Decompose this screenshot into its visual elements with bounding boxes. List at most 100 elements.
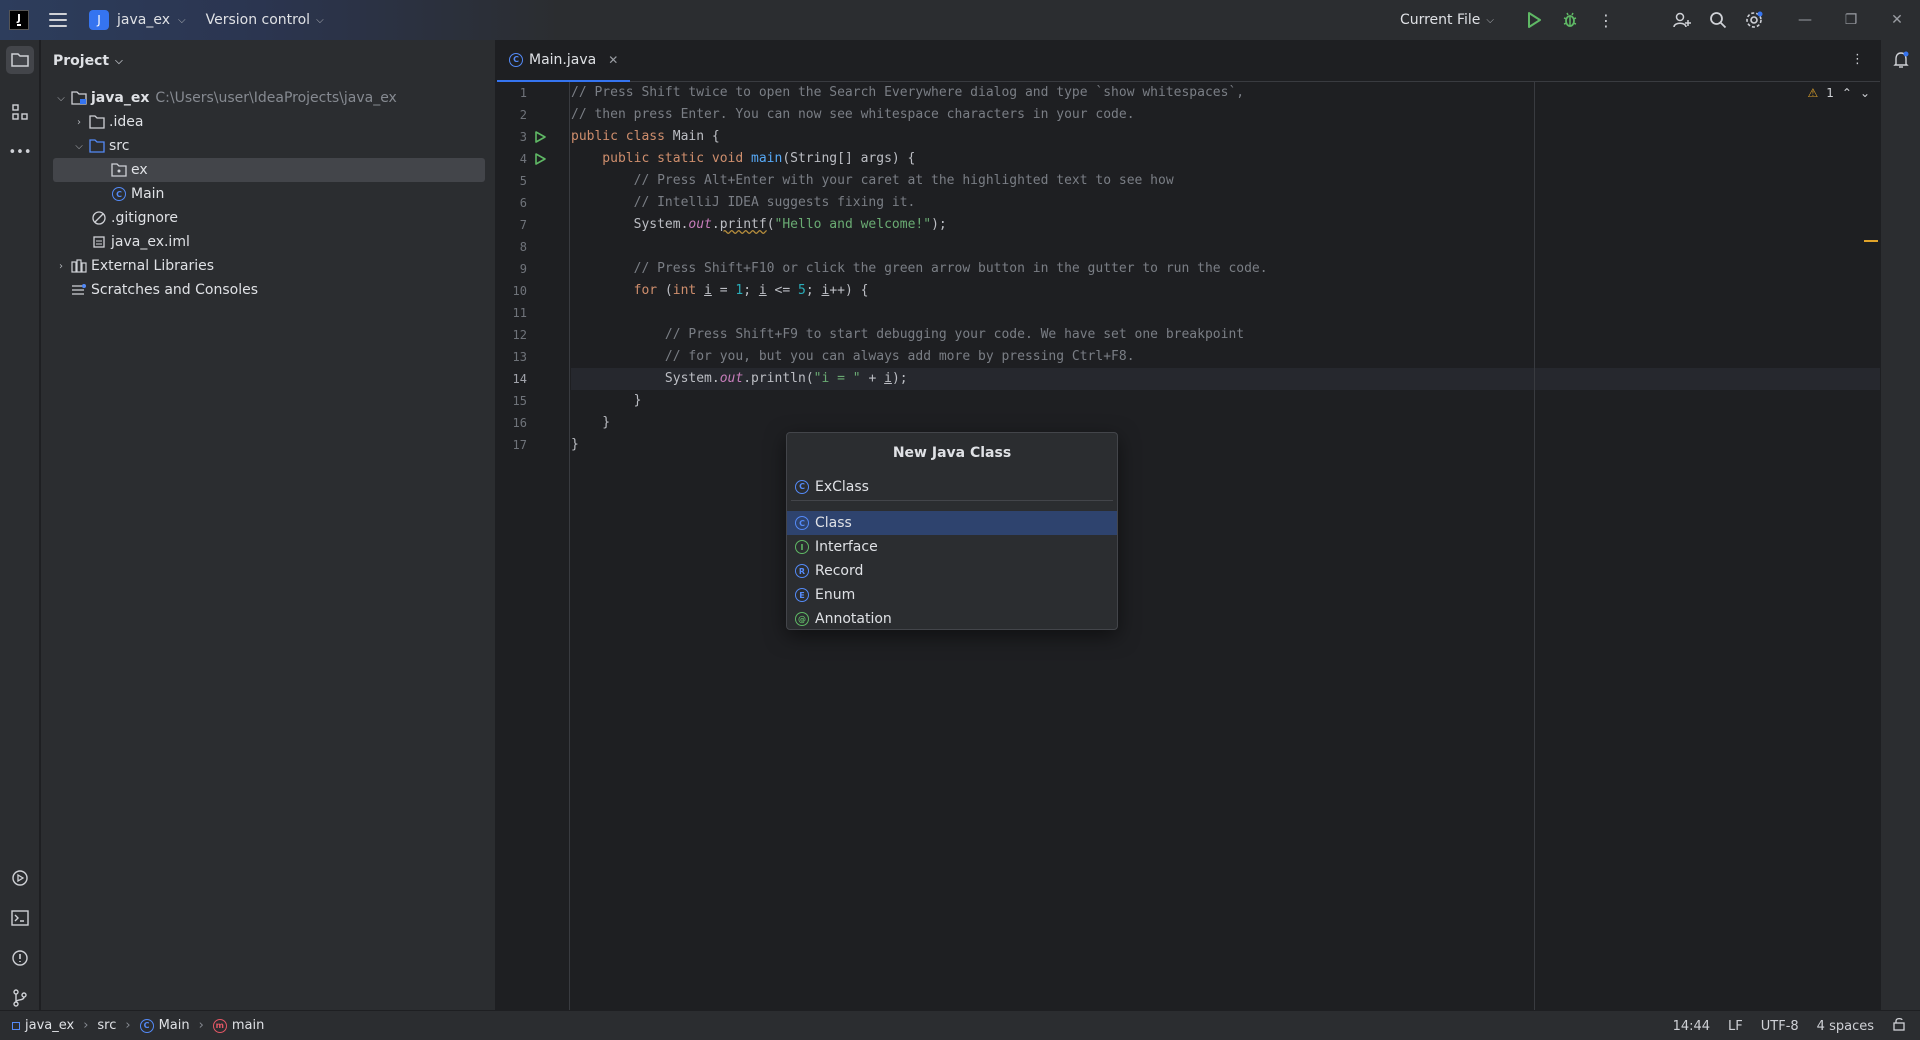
file-encoding[interactable]: UTF-8 [1761,1019,1799,1034]
code-line: // Press Shift twice to open the Search … [571,82,1244,104]
breadcrumb-item[interactable]: main [232,1018,264,1033]
chevron-down-icon: ⌵ [115,55,123,67]
tree-item-iml[interactable]: java_ex.iml [53,230,485,254]
code-comment: // Press Shift+F10 or click the green ar… [571,261,1268,276]
chevron-down-icon[interactable]: ⌵ [71,141,87,152]
project-name: java_ex [117,12,170,28]
code-string: "i = " [813,371,861,386]
run-icon[interactable] [1516,0,1552,40]
module-folder-icon [71,90,87,106]
project-path: C:\Users\user\IdeaProjects\java_ex [155,90,397,106]
tree-item-ex[interactable]: ex [53,158,485,182]
breadcrumb-item[interactable]: java_ex [25,1018,74,1033]
close-tab-icon[interactable]: ✕ [608,53,618,67]
run-main-gutter-icon[interactable] [534,148,548,170]
debug-icon[interactable] [1552,0,1588,40]
code-text: ; [743,283,759,298]
tab-options-icon[interactable]: ⋮ [1851,52,1864,67]
line-number: 17 [512,438,527,452]
add-user-icon[interactable] [1664,0,1700,40]
project-badge: J [89,10,109,30]
tree-item-label: .gitignore [111,210,178,226]
indent-setting[interactable]: 4 spaces [1817,1019,1874,1034]
tab-main-java[interactable]: C Main.java ✕ [497,40,631,82]
services-run-icon[interactable] [6,864,34,892]
code-line: // Press Alt+Enter with your caret at th… [571,170,1174,192]
more-actions-icon[interactable]: ⋮ [1588,0,1624,40]
breadcrumb-item[interactable]: Main [159,1018,190,1033]
breadcrumb: java_ex › src › C Main › m main [0,1018,264,1033]
record-icon: R [795,564,809,578]
chevron-right-icon[interactable]: › [71,117,87,128]
chevron-right-icon: › [83,1018,89,1033]
code-variable: i [884,371,892,386]
kind-option-enum[interactable]: E Enum [787,583,1117,607]
code-warning-highlight[interactable]: printf [720,217,767,232]
tree-item-scratches[interactable]: Scratches and Consoles [53,278,485,302]
kind-option-annotation[interactable]: @ Annotation [787,607,1117,631]
line-number: 3 [519,130,527,144]
tree-item-gitignore[interactable]: .gitignore [53,206,485,230]
kind-option-interface[interactable]: I Interface [787,535,1117,559]
intellij-logo-icon[interactable]: J [9,10,29,30]
kind-option-class[interactable]: C Class [787,511,1117,535]
line-number: 2 [519,108,527,122]
run-class-gutter-icon[interactable] [534,126,548,148]
code-keyword: for [571,283,665,298]
chevron-right-icon[interactable]: › [53,261,69,272]
terminal-icon[interactable] [6,904,34,932]
editor-gutter: 1 2 3 4 5 6 7 8 9 10 11 12 13 14 15 16 1… [497,82,570,1010]
previous-highlight-icon[interactable]: ⌃ [1842,86,1852,100]
project-switcher[interactable]: J java_ex ⌵ [89,10,186,30]
class-name-input[interactable]: C ExClass [791,473,1113,501]
restore-window-icon[interactable]: ❐ [1828,0,1874,40]
class-icon: C [795,516,809,530]
close-window-icon[interactable]: ✕ [1874,0,1920,40]
code-area[interactable]: // Press Shift twice to open the Search … [571,82,1880,1010]
line-separator[interactable]: LF [1728,1019,1743,1034]
project-tool-window: Project ⌵ ⌵ java_ex C:\Users\user\IdeaPr… [41,40,496,1010]
tree-item-main[interactable]: C Main [53,182,485,206]
unlock-icon[interactable] [1892,1017,1906,1035]
minimize-window-icon[interactable]: — [1782,0,1828,40]
project-panel-header[interactable]: Project ⌵ [41,40,495,82]
inspection-widget[interactable]: ⚠ 1 ⌃ ⌄ [1807,86,1870,100]
tree-item-src[interactable]: ⌵ src [53,134,485,158]
vcs-menu[interactable]: Version control ⌵ [206,12,324,28]
settings-gear-icon[interactable] [1736,0,1772,40]
scrollbar-warning-marker[interactable] [1864,240,1878,242]
code-line: for (int i = 1; i <= 5; i++) { [571,280,869,302]
code-line: // for you, but you can always add more … [571,346,1135,368]
caret-position[interactable]: 14:44 [1673,1019,1710,1034]
code-text: } [571,393,642,408]
class-name-value: ExClass [815,478,869,495]
notifications-bell-icon[interactable] [1887,46,1915,74]
tree-item-label: java_ex [91,90,150,106]
line-number: 14 [512,372,527,386]
new-java-class-dialog: New Java Class C ExClass C Class I Inter… [786,432,1118,630]
problems-icon[interactable] [6,944,34,972]
line-number: 12 [512,328,527,342]
structure-icon[interactable] [6,98,34,126]
tree-item-java-ex[interactable]: ⌵ java_ex C:\Users\user\IdeaProjects\jav… [53,86,485,110]
tree-item-idea[interactable]: › .idea [53,110,485,134]
main-menu-icon[interactable] [49,13,67,27]
code-text: } [571,437,579,452]
scratches-icon [71,282,87,298]
project-tool-folder-icon[interactable] [6,46,34,74]
tree-item-external-libraries[interactable]: › External Libraries [53,254,485,278]
editor-area: C Main.java ✕ ⋮ 1 2 3 4 5 6 7 8 9 10 11 … [497,40,1880,1010]
warning-icon: ⚠ [1807,86,1819,100]
breadcrumb-item[interactable]: src [97,1018,116,1033]
chevron-down-icon[interactable]: ⌵ [53,93,69,104]
vcs-label: Version control [205,12,311,28]
git-branch-icon[interactable] [6,984,34,1012]
run-configuration-selector[interactable]: Current File ⌵ [1400,12,1494,28]
kind-option-record[interactable]: R Record [787,559,1117,583]
more-tools-icon[interactable]: ••• [6,138,34,166]
interface-icon: I [795,540,809,554]
code-method: main [751,151,783,166]
next-highlight-icon[interactable]: ⌄ [1860,86,1870,100]
code-static-field: out [719,371,744,386]
search-icon[interactable] [1700,0,1736,40]
